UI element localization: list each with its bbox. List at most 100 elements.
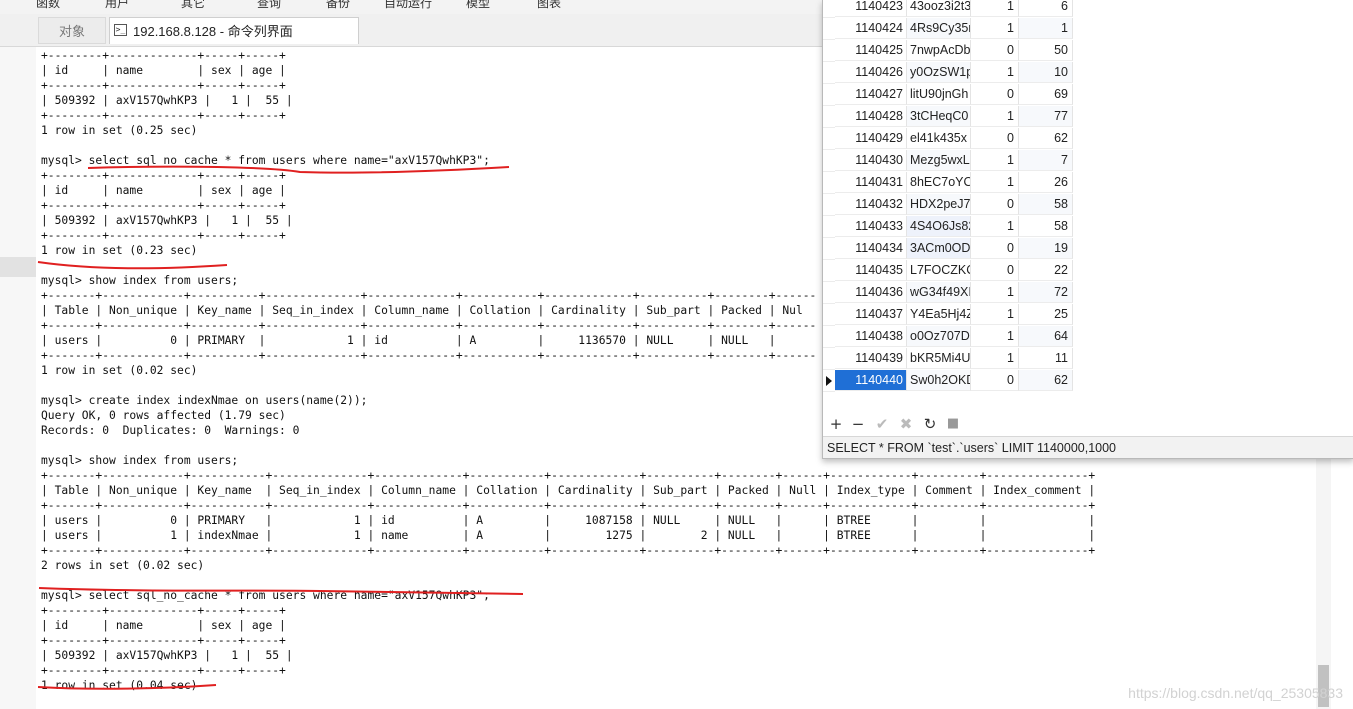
cell-age[interactable]: 6	[1019, 0, 1073, 17]
cell-sex[interactable]: 1	[971, 150, 1019, 171]
row-indicator[interactable]	[823, 0, 835, 18]
cell-id[interactable]: 1140423	[835, 0, 907, 17]
cell-sex[interactable]: 1	[971, 326, 1019, 347]
row-indicator[interactable]	[823, 62, 835, 84]
cell-sex[interactable]: 1	[971, 348, 1019, 369]
cell-id[interactable]: 1140429	[835, 128, 907, 149]
row-indicator[interactable]	[823, 172, 835, 194]
cell-name[interactable]: Sw0h2OKD	[907, 370, 971, 391]
grid-row[interactable]: 1140438 o0Oz707D 1 64	[823, 326, 1075, 348]
cell-age[interactable]: 77	[1019, 106, 1073, 127]
cell-sex[interactable]: 0	[971, 260, 1019, 281]
row-indicator[interactable]	[823, 84, 835, 106]
cell-id[interactable]: 1140431	[835, 172, 907, 193]
cell-id[interactable]: 1140439	[835, 348, 907, 369]
grid-row[interactable]: 1140437 Y4Ea5Hj4Z 1 25	[823, 304, 1075, 326]
cell-id[interactable]: 1140427	[835, 84, 907, 105]
grid-row[interactable]: 1140427 litU90jnGh 0 69	[823, 84, 1075, 106]
cell-name[interactable]: L7FOCZKC	[907, 260, 971, 281]
cell-name[interactable]: Mezg5wxL	[907, 150, 971, 171]
cell-sex[interactable]: 0	[971, 370, 1019, 391]
row-indicator[interactable]	[823, 106, 835, 128]
row-indicator[interactable]	[823, 150, 835, 172]
row-indicator[interactable]	[823, 370, 835, 392]
cell-sex[interactable]: 1	[971, 282, 1019, 303]
cell-name[interactable]: y0OzSW1p	[907, 62, 971, 83]
row-indicator[interactable]	[823, 216, 835, 238]
row-indicator[interactable]	[823, 194, 835, 216]
grid-row[interactable]: 1140429 el41k435x 0 62	[823, 128, 1075, 150]
cell-sex[interactable]: 1	[971, 216, 1019, 237]
cell-sex[interactable]: 0	[971, 84, 1019, 105]
grid-row[interactable]: 1140425 7nwpAcDb 0 50	[823, 40, 1075, 62]
cell-name[interactable]: 3ACm0OD	[907, 238, 971, 259]
cell-age[interactable]: 62	[1019, 370, 1073, 391]
cell-age[interactable]: 7	[1019, 150, 1073, 171]
cell-sex[interactable]: 0	[971, 238, 1019, 259]
row-indicator[interactable]	[823, 260, 835, 282]
cell-id[interactable]: 1140435	[835, 260, 907, 281]
refresh-icon[interactable]: ↻	[921, 414, 939, 434]
cell-age[interactable]: 11	[1019, 348, 1073, 369]
cell-id[interactable]: 1140437	[835, 304, 907, 325]
row-indicator[interactable]	[823, 326, 835, 348]
cell-id[interactable]: 1140432	[835, 194, 907, 215]
grid-row[interactable]: 1140434 3ACm0OD 0 19	[823, 238, 1075, 260]
cell-sex[interactable]: 1	[971, 18, 1019, 39]
cell-id[interactable]: 1140433	[835, 216, 907, 237]
row-indicator[interactable]	[823, 128, 835, 150]
cell-name[interactable]: HDX2peJ7	[907, 194, 971, 215]
cell-name[interactable]: 3tCHeqC0	[907, 106, 971, 127]
delete-record-button[interactable]: −	[849, 414, 867, 434]
grid-row[interactable]: 1140439 bKR5Mi4U 1 11	[823, 348, 1075, 370]
cell-age[interactable]: 69	[1019, 84, 1073, 105]
cell-name[interactable]: Y4Ea5Hj4Z	[907, 304, 971, 325]
grid-row[interactable]: 1140433 4S4O6Js82 1 58	[823, 216, 1075, 238]
cell-name[interactable]: wG34f49XI	[907, 282, 971, 303]
grid-row[interactable]: 1140435 L7FOCZKC 0 22	[823, 260, 1075, 282]
cell-sex[interactable]: 1	[971, 0, 1019, 17]
cell-id[interactable]: 1140438	[835, 326, 907, 347]
cell-name[interactable]: 43ooz3i2t3	[907, 0, 971, 17]
cell-name[interactable]: litU90jnGh	[907, 84, 971, 105]
grid-row[interactable]: 1140430 Mezg5wxL 1 7	[823, 150, 1075, 172]
grid-row[interactable]: 1140440 Sw0h2OKD 0 62	[823, 370, 1075, 392]
cell-id[interactable]: 1140430	[835, 150, 907, 171]
cell-sex[interactable]: 1	[971, 106, 1019, 127]
cell-age[interactable]: 26	[1019, 172, 1073, 193]
cell-name[interactable]: 7nwpAcDb	[907, 40, 971, 61]
row-indicator[interactable]	[823, 40, 835, 62]
cell-age[interactable]: 50	[1019, 40, 1073, 61]
discard-changes-button[interactable]: ✖	[897, 414, 915, 434]
cell-sex[interactable]: 1	[971, 172, 1019, 193]
cell-age[interactable]: 58	[1019, 216, 1073, 237]
cell-age[interactable]: 25	[1019, 304, 1073, 325]
row-indicator[interactable]	[823, 238, 835, 260]
row-indicator[interactable]	[823, 304, 835, 326]
stop-icon[interactable]: ■	[944, 414, 962, 434]
cell-age[interactable]: 19	[1019, 238, 1073, 259]
cell-name[interactable]: o0Oz707D	[907, 326, 971, 347]
cell-age[interactable]: 72	[1019, 282, 1073, 303]
row-indicator[interactable]	[823, 282, 835, 304]
grid-row[interactable]: 1140424 4Rs9Cy35r 1 1	[823, 18, 1075, 40]
cell-sex[interactable]: 1	[971, 62, 1019, 83]
add-record-button[interactable]: +	[827, 414, 845, 434]
cell-age[interactable]: 58	[1019, 194, 1073, 215]
grid-row[interactable]: 1140428 3tCHeqC0 1 77	[823, 106, 1075, 128]
cell-name[interactable]: 4S4O6Js82	[907, 216, 971, 237]
cell-name[interactable]: bKR5Mi4U	[907, 348, 971, 369]
row-indicator[interactable]	[823, 348, 835, 370]
cell-name[interactable]: el41k435x	[907, 128, 971, 149]
cell-id[interactable]: 1140434	[835, 238, 907, 259]
row-indicator[interactable]	[823, 18, 835, 40]
cell-sex[interactable]: 0	[971, 128, 1019, 149]
cell-sex[interactable]: 1	[971, 304, 1019, 325]
cell-name[interactable]: 4Rs9Cy35r	[907, 18, 971, 39]
grid-row[interactable]: 1140432 HDX2peJ7 0 58	[823, 194, 1075, 216]
apply-changes-button[interactable]: ✔	[873, 414, 891, 434]
cell-id[interactable]: 1140424	[835, 18, 907, 39]
grid-row[interactable]: 1140423 43ooz3i2t3 1 6	[823, 0, 1075, 18]
cell-age[interactable]: 62	[1019, 128, 1073, 149]
cell-id[interactable]: 1140440	[835, 370, 907, 391]
